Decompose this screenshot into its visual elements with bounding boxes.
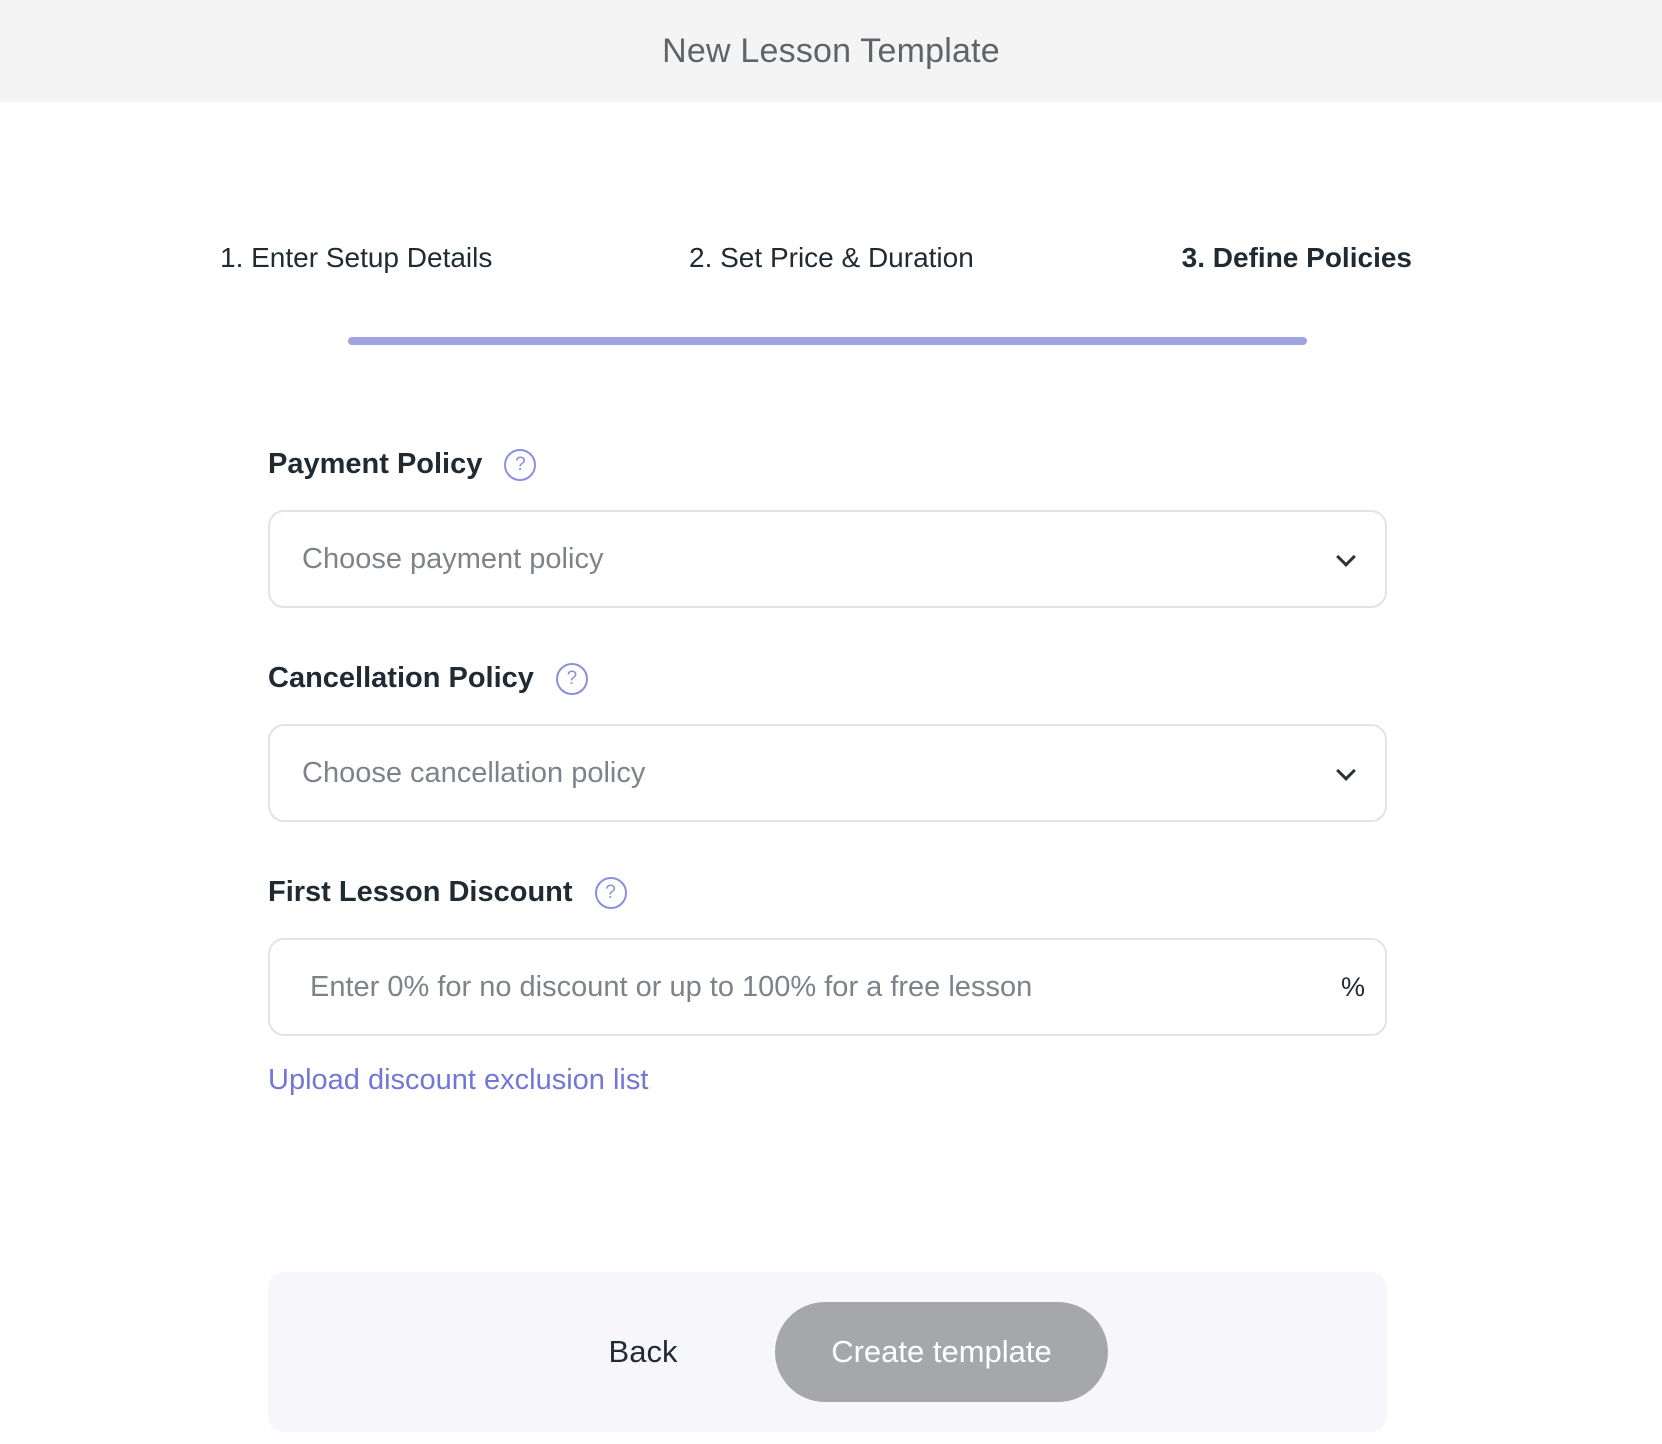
cancellation-policy-placeholder: Choose cancellation policy	[302, 756, 646, 789]
chevron-down-icon	[1336, 761, 1356, 781]
first-lesson-discount-input[interactable]	[310, 940, 1270, 1034]
step-progress-bar	[348, 337, 1307, 345]
step-progress-fill	[348, 337, 1307, 345]
step-setup-details[interactable]: 1. Enter Setup Details	[220, 242, 492, 274]
payment-policy-label-row: Payment Policy ?	[268, 448, 537, 481]
cancellation-policy-label-row: Cancellation Policy ?	[268, 662, 588, 695]
payment-policy-help-icon[interactable]: ?	[504, 448, 537, 481]
payment-policy-placeholder: Choose payment policy	[302, 542, 604, 575]
cancellation-policy-label: Cancellation Policy	[268, 662, 534, 694]
payment-policy-label: Payment Policy	[268, 448, 483, 480]
back-button[interactable]: Back	[588, 1302, 698, 1402]
cancellation-policy-help-icon[interactable]: ?	[555, 662, 588, 695]
create-template-button[interactable]: Create template	[775, 1302, 1108, 1402]
first-lesson-discount-label-row: First Lesson Discount ?	[268, 876, 627, 909]
first-lesson-discount-field: %	[268, 938, 1387, 1036]
step-define-policies[interactable]: 3. Define Policies	[1182, 242, 1412, 274]
page-title: New Lesson Template	[662, 31, 1000, 70]
step-price-duration[interactable]: 2. Set Price & Duration	[689, 242, 974, 274]
cancellation-policy-select[interactable]: Choose cancellation policy	[268, 724, 1387, 822]
header-bar: New Lesson Template	[0, 0, 1662, 102]
percent-suffix: %	[1340, 971, 1365, 1002]
first-lesson-discount-help-icon[interactable]: ?	[594, 876, 627, 909]
upload-discount-exclusion-link[interactable]: Upload discount exclusion list	[268, 1064, 648, 1097]
chevron-down-icon	[1336, 547, 1356, 567]
payment-policy-select[interactable]: Choose payment policy	[268, 510, 1387, 608]
first-lesson-discount-label: First Lesson Discount	[268, 876, 573, 908]
